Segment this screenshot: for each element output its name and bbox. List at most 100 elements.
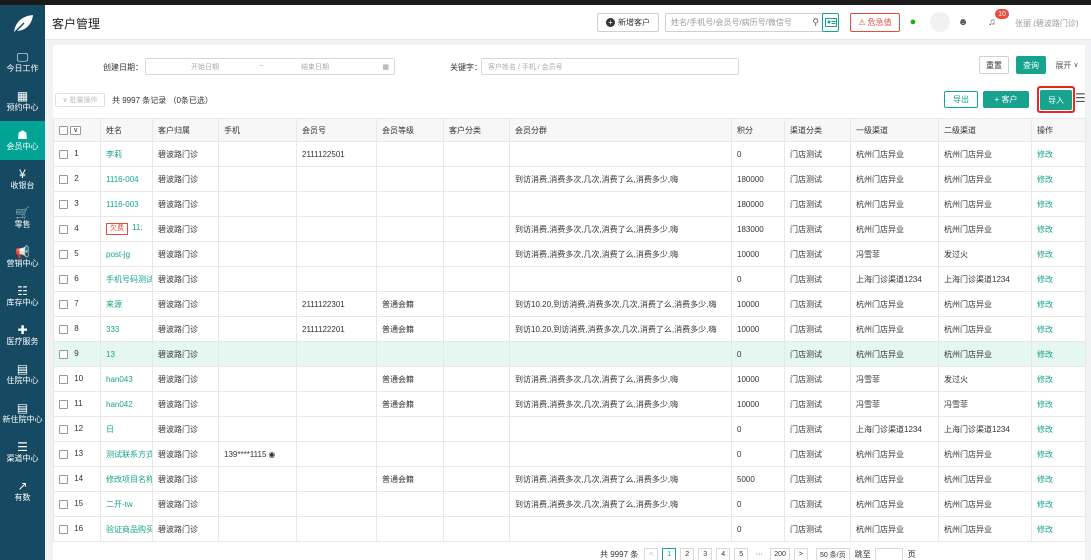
search-icon[interactable]: ⚲	[812, 17, 819, 28]
edit-link[interactable]: 修改	[1037, 400, 1053, 409]
pagination-ellipsis[interactable]: ···	[752, 547, 767, 560]
contacts-button[interactable]: ☻	[955, 14, 971, 30]
edit-link[interactable]: 修改	[1037, 525, 1053, 534]
sidebar-item-8[interactable]: ▤ 住院中心	[0, 355, 45, 394]
sidebar-item-4[interactable]: 🛒 零售	[0, 199, 45, 238]
import-button[interactable]: 导入	[1040, 90, 1072, 110]
row-checkbox[interactable]	[59, 524, 68, 534]
table-row[interactable]: 8 333 碧波路门诊 2111122201 普通会籍 到访10.20,到访消费,消费多次…	[53, 316, 1086, 342]
customer-name-link[interactable]: 修改项目名称	[106, 475, 152, 484]
sidebar-item-1[interactable]: ▦ 预约中心	[0, 82, 45, 121]
edit-link[interactable]: 修改	[1037, 500, 1053, 509]
sidebar-item-9[interactable]: ▤ 新住院中心	[0, 394, 45, 433]
table-row[interactable]: 3 1116-003 碧波路门诊 180000 门店测试 杭州门店异业 杭州门店异业 修改	[53, 191, 1086, 217]
row-checkbox[interactable]	[59, 224, 68, 234]
customer-name-link[interactable]: 李莉	[106, 150, 122, 159]
end-date-input[interactable]: 结束日期	[301, 62, 329, 72]
row-checkbox[interactable]	[59, 174, 68, 184]
global-search-input[interactable]: 姓名/手机号/会员号/病历号/微信号 ⚲	[665, 13, 824, 32]
customer-name-link[interactable]: post-jg	[106, 250, 130, 259]
export-button[interactable]: 导出	[944, 91, 978, 108]
customer-name-link[interactable]: 二开-tw	[106, 500, 133, 509]
table-row[interactable]: 15 二开-tw 碧波路门诊 到访消费,消费多次,几次,消费了么,消费多少,嗨 0 门店测…	[53, 491, 1086, 517]
edit-link[interactable]: 修改	[1037, 350, 1053, 359]
table-row[interactable]: 14 修改项目名称 碧波路门诊 普通会籍 到访消费,消费多次,几次,消费了么,消费多少,…	[53, 466, 1086, 492]
page-button[interactable]: 5	[734, 547, 749, 560]
batch-operation-button[interactable]: ∨ 批量操作	[55, 93, 105, 107]
select-all-checkbox[interactable]	[59, 125, 68, 135]
customer-name-link[interactable]: 1116-004	[106, 175, 139, 184]
sidebar-item-0[interactable]: 🖵 今日工作	[0, 43, 45, 82]
keyword-input[interactable]: 客户姓名 / 手机 / 会员号	[481, 58, 739, 75]
table-row[interactable]: 6 手机号码测试 碧波路门诊 0 门店测试 上海门诊渠道1234 上海门诊渠道1234 修改	[53, 266, 1086, 292]
last-page-button[interactable]: 200	[770, 547, 790, 560]
page-button[interactable]: 2	[680, 547, 695, 560]
expand-filters-button[interactable]: 展开 ∨	[1052, 56, 1082, 74]
table-row[interactable]: 13 测试联系方式 碧波路门诊 139****1115 ◉ 0 门店测试 杭州门店异业 杭州门店…	[53, 441, 1086, 467]
app-logo[interactable]	[0, 5, 45, 43]
edit-link[interactable]: 修改	[1037, 475, 1053, 484]
sidebar-item-10[interactable]: ☰ 渠道中心	[0, 433, 45, 472]
edit-link[interactable]: 修改	[1037, 250, 1053, 259]
prev-page-button[interactable]: <	[644, 547, 659, 560]
row-checkbox[interactable]	[59, 324, 68, 334]
date-range-picker[interactable]: 开始日期 ~ 结束日期 ▦	[145, 58, 395, 75]
id-card-button[interactable]	[822, 13, 839, 32]
sidebar-item-3[interactable]: ¥ 收银台	[0, 160, 45, 199]
sidebar-item-11[interactable]: ↗ 有数	[0, 472, 45, 511]
row-checkbox[interactable]	[59, 249, 68, 259]
customer-name-link[interactable]: 验证商品购买	[106, 525, 152, 534]
edit-link[interactable]: 修改	[1037, 450, 1053, 459]
table-row[interactable]: 1 李莉 碧波路门诊 2111122501 0 门店测试 杭州门店异业 杭州门店异业 修改	[53, 141, 1086, 167]
edit-link[interactable]: 修改	[1037, 375, 1053, 384]
edit-link[interactable]: 修改	[1037, 300, 1053, 309]
sidebar-item-5[interactable]: 📢 营销中心	[0, 238, 45, 277]
row-checkbox[interactable]	[59, 149, 68, 159]
row-checkbox[interactable]	[59, 499, 68, 509]
table-row[interactable]: 4 欠费 11: 碧波路门诊 到访消费,消费多次,几次,消费了么,消费多少,嗨 18300…	[53, 216, 1086, 242]
table-row[interactable]: 10 han043 碧波路门诊 普通会籍 到访消费,消费多次,几次,消费了么,消费多少,…	[53, 366, 1086, 392]
row-checkbox[interactable]	[59, 474, 68, 484]
sidebar-item-7[interactable]: ✚ 医疗服务	[0, 316, 45, 355]
table-row[interactable]: 16 验证商品购买 碧波路门诊 0 门店测试 杭州门店异业 杭州门店异业 修改	[53, 516, 1086, 542]
user-name[interactable]: 张丽 (碧波路门诊)	[1015, 18, 1079, 29]
page-size-select[interactable]: 50 条/页	[815, 547, 850, 560]
customer-name-link[interactable]: han042	[106, 400, 133, 409]
row-checkbox[interactable]	[59, 424, 68, 434]
customer-name-link[interactable]: han043	[106, 375, 133, 384]
page-button[interactable]: 1	[662, 547, 677, 560]
reset-button[interactable]: 重置	[979, 56, 1009, 74]
edit-link[interactable]: 修改	[1037, 225, 1053, 234]
table-row[interactable]: 9 13 碧波路门诊 0 门店测试 杭州门店异业 杭州门店异业 修改	[53, 341, 1086, 367]
row-checkbox[interactable]	[59, 274, 68, 284]
customer-name-link[interactable]: 333	[106, 325, 119, 334]
edit-link[interactable]: 修改	[1037, 150, 1053, 159]
table-row[interactable]: 12 日 碧波路门诊 0 门店测试 上海门诊渠道1234 上海门诊渠道1234 修改	[53, 416, 1086, 442]
edit-link[interactable]: 修改	[1037, 275, 1053, 284]
sidebar-item-2[interactable]: ☗ 会员中心	[0, 121, 45, 160]
start-date-input[interactable]: 开始日期	[191, 62, 219, 72]
query-button[interactable]: 查询	[1016, 56, 1046, 74]
sidebar-item-6[interactable]: ☷ 库存中心	[0, 277, 45, 316]
next-page-button[interactable]: >	[793, 547, 808, 560]
customer-name-link[interactable]: 1116-003	[106, 200, 139, 209]
row-checkbox[interactable]	[59, 449, 68, 459]
column-settings-icon[interactable]: ☰	[1075, 91, 1086, 105]
customer-name-link[interactable]: 手机号码测试	[106, 275, 152, 284]
table-row[interactable]: 11 han042 碧波路门诊 普通会籍 到访消费,消费多次,几次,消费了么,消费多少,…	[53, 391, 1086, 417]
page-button[interactable]: 3	[698, 547, 713, 560]
edit-link[interactable]: 修改	[1037, 175, 1053, 184]
edit-link[interactable]: 修改	[1037, 200, 1053, 209]
edit-link[interactable]: 修改	[1037, 325, 1053, 334]
table-row[interactable]: 2 1116-004 碧波路门诊 到访消费,消费多次,几次,消费了么,消费多少,嗨 18…	[53, 166, 1086, 192]
row-checkbox[interactable]	[59, 399, 68, 409]
customer-name-link[interactable]: 11:	[132, 223, 143, 232]
emergency-value-button[interactable]: ⚠ 危急值	[850, 13, 900, 32]
reveal-phone-icon[interactable]: ◉	[268, 450, 275, 459]
goto-page-input[interactable]	[874, 547, 903, 560]
edit-link[interactable]: 修改	[1037, 425, 1053, 434]
table-row[interactable]: 5 post-jg 碧波路门诊 到访消费,消费多次,几次,消费了么,消费多少,嗨 100…	[53, 241, 1086, 267]
row-checkbox[interactable]	[59, 199, 68, 209]
customer-name-link[interactable]: 测试联系方式	[106, 450, 152, 459]
customer-name-link[interactable]: 来源	[106, 300, 122, 309]
